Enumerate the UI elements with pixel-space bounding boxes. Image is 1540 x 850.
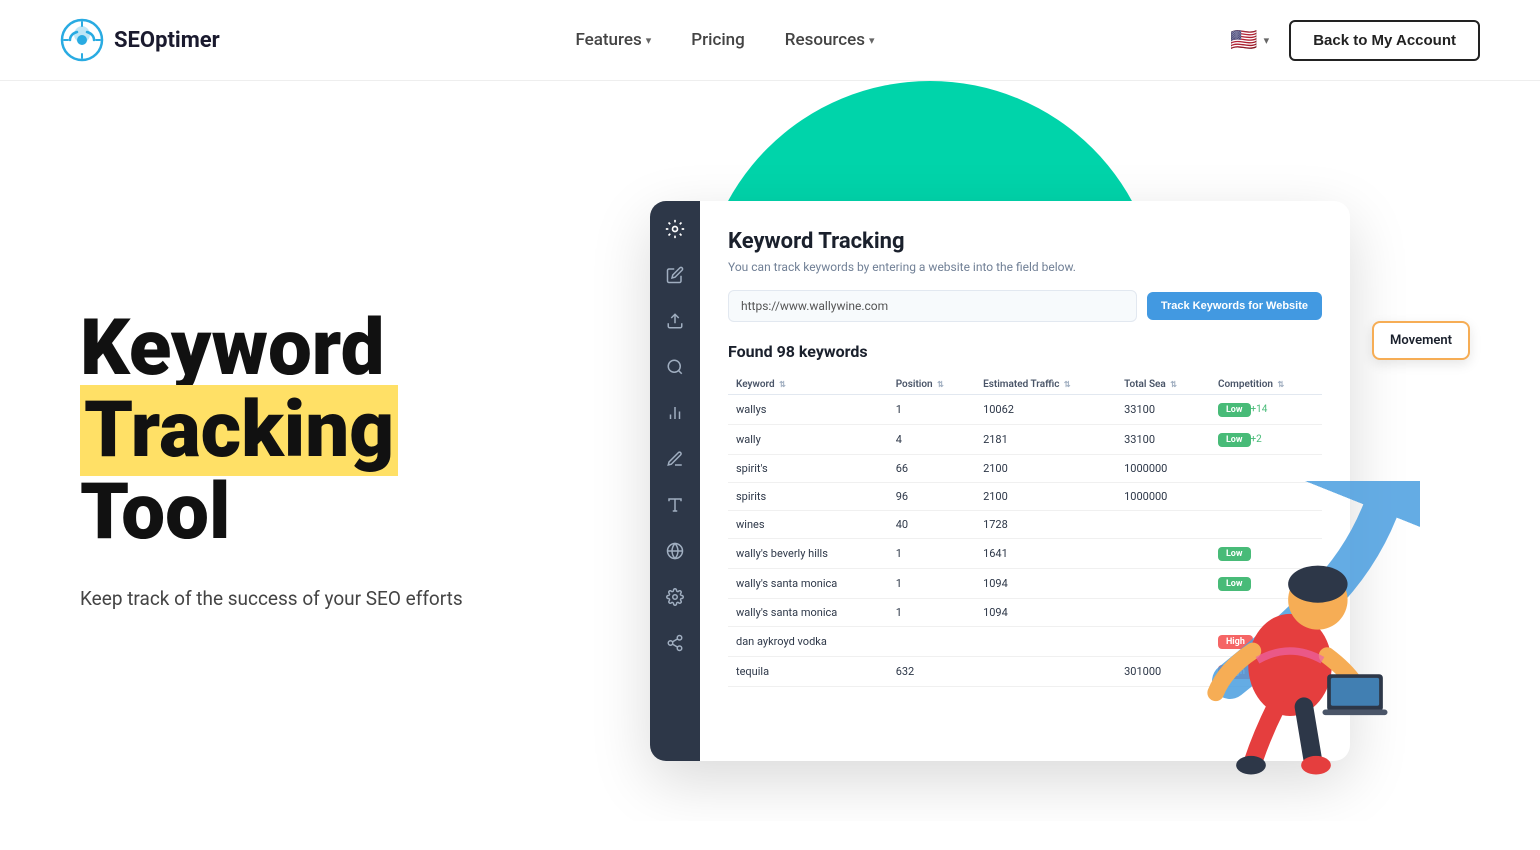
- track-keywords-button[interactable]: Track Keywords for Website: [1147, 292, 1322, 320]
- cell-position: 66: [888, 455, 975, 483]
- cell-position: [888, 627, 975, 657]
- hero-title-line1: Keyword: [80, 303, 385, 394]
- cell-competition: Low+14: [1210, 395, 1322, 425]
- cell-keyword: dan aykroyd vodka: [728, 627, 888, 657]
- sidebar-icon-share: [663, 631, 687, 655]
- movement-value: +2: [1251, 434, 1262, 445]
- col-keyword: Keyword ⇅: [728, 375, 888, 395]
- sidebar-icon-pen: [663, 447, 687, 471]
- logo-text: SEOptimer: [114, 28, 220, 53]
- character-illustration: [1190, 521, 1390, 781]
- cell-position: 4: [888, 425, 975, 455]
- competition-badge: Low: [1218, 403, 1251, 417]
- cell-total: 1000000: [1116, 483, 1210, 511]
- cell-traffic: 1094: [975, 569, 1116, 599]
- cell-traffic: 10062: [975, 395, 1116, 425]
- hero-title: Keyword Tracking Tool: [80, 308, 560, 554]
- flag-icon: 🇺🇸: [1230, 27, 1257, 53]
- language-chevron-icon: ▾: [1264, 34, 1270, 47]
- nav-resources-label: Resources: [785, 30, 865, 50]
- cell-position: 632: [888, 657, 975, 687]
- nav-item-pricing[interactable]: Pricing: [691, 30, 745, 50]
- found-keywords-label: Found 98 keywords: [728, 342, 1322, 361]
- movement-popup-label: Movement: [1390, 333, 1452, 348]
- col-total: Total Sea ⇅: [1116, 375, 1210, 395]
- cell-position: 1: [888, 395, 975, 425]
- col-traffic: Estimated Traffic ⇅: [975, 375, 1116, 395]
- cell-keyword: spirits: [728, 483, 888, 511]
- cell-total: 33100: [1116, 395, 1210, 425]
- nav-links: Features ▾ Pricing Resources ▾: [575, 30, 874, 50]
- col-position: Position ⇅: [888, 375, 975, 395]
- nav-item-resources[interactable]: Resources ▾: [785, 30, 875, 50]
- features-chevron-icon: ▾: [646, 34, 652, 47]
- sidebar-icon-upload: [663, 309, 687, 333]
- cell-traffic: 1641: [975, 539, 1116, 569]
- table-row: wallys 1 10062 33100 Low+14: [728, 395, 1322, 425]
- cell-keyword: wally's beverly hills: [728, 539, 888, 569]
- dashboard-subtitle: You can track keywords by entering a web…: [728, 260, 1322, 274]
- cell-total: 33100: [1116, 425, 1210, 455]
- cell-traffic: 2100: [975, 455, 1116, 483]
- logo-link[interactable]: SEOptimer: [60, 18, 220, 62]
- nav-right: 🇺🇸 ▾ Back to My Account: [1230, 20, 1480, 61]
- language-selector[interactable]: 🇺🇸 ▾: [1230, 27, 1269, 53]
- resources-chevron-icon: ▾: [869, 34, 875, 47]
- sidebar-icon-type: [663, 493, 687, 517]
- col-competition: Competition ⇅: [1210, 375, 1322, 395]
- cell-position: 1: [888, 539, 975, 569]
- navbar: SEOptimer Features ▾ Pricing Resources ▾…: [0, 0, 1540, 81]
- cell-competition: Low+2: [1210, 425, 1322, 455]
- dashboard-title: Keyword Tracking: [728, 229, 1322, 254]
- hero-subtitle: Keep track of the success of your SEO ef…: [80, 584, 480, 614]
- movement-popup: Movement: [1372, 321, 1470, 360]
- hero-text: Keyword Tracking Tool Keep track of the …: [80, 308, 560, 614]
- sidebar-icon-gear: [663, 217, 687, 241]
- cell-traffic: 2181: [975, 425, 1116, 455]
- cell-position: 40: [888, 511, 975, 539]
- cell-keyword: wines: [728, 511, 888, 539]
- cell-traffic: 1094: [975, 599, 1116, 627]
- cell-traffic: 1728: [975, 511, 1116, 539]
- dashboard-url-input[interactable]: https://www.wallywine.com: [728, 290, 1137, 322]
- sidebar-icon-edit: [663, 263, 687, 287]
- cell-total: 1000000: [1116, 455, 1210, 483]
- dashboard-search-row: https://www.wallywine.com Track Keywords…: [728, 290, 1322, 322]
- sidebar-icon-bar-chart: [663, 401, 687, 425]
- cell-traffic: [975, 627, 1116, 657]
- hero-visual: Keyword Tracking You can track keywords …: [600, 121, 1480, 801]
- back-to-account-button[interactable]: Back to My Account: [1289, 20, 1480, 61]
- nav-pricing-label: Pricing: [691, 30, 745, 50]
- sidebar-icon-globe: [663, 539, 687, 563]
- cell-position: 1: [888, 569, 975, 599]
- hero-section: Keyword Tracking Tool Keep track of the …: [0, 81, 1540, 821]
- sidebar-icon-settings: [663, 585, 687, 609]
- competition-badge: Low: [1218, 433, 1251, 447]
- hero-title-line3: Tool: [80, 467, 230, 558]
- logo-icon: [60, 18, 104, 62]
- cell-traffic: 2100: [975, 483, 1116, 511]
- table-row: spirit's 66 2100 1000000: [728, 455, 1322, 483]
- cell-position: 96: [888, 483, 975, 511]
- cell-keyword: spirit's: [728, 455, 888, 483]
- hero-title-line2: Tracking: [80, 385, 398, 476]
- movement-value: +14: [1251, 404, 1268, 415]
- cell-keyword: tequila: [728, 657, 888, 687]
- cell-keyword: wallys: [728, 395, 888, 425]
- nav-item-features[interactable]: Features ▾: [575, 30, 651, 50]
- cell-position: 1: [888, 599, 975, 627]
- table-row: wally 4 2181 33100 Low+2: [728, 425, 1322, 455]
- cell-keyword: wally: [728, 425, 888, 455]
- dashboard-sidebar: [650, 201, 700, 761]
- cell-keyword: wally's santa monica: [728, 569, 888, 599]
- cell-keyword: wally's santa monica: [728, 599, 888, 627]
- cell-traffic: [975, 657, 1116, 687]
- nav-features-label: Features: [575, 30, 641, 50]
- sidebar-icon-search: [663, 355, 687, 379]
- cell-competition: [1210, 455, 1322, 483]
